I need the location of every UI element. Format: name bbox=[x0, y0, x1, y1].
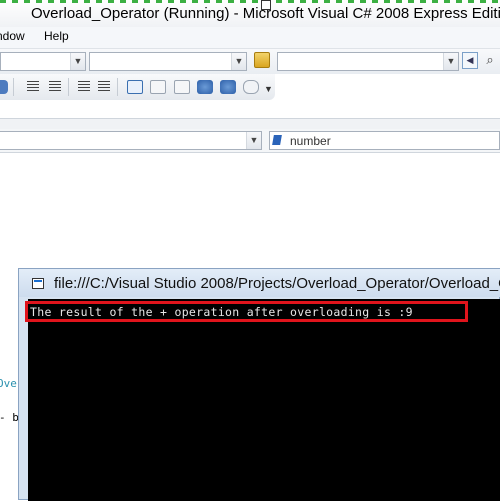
find-next-button[interactable]: ◀ bbox=[462, 52, 478, 69]
code-fragment: Ove bbox=[0, 377, 17, 390]
next-bookmark-icon[interactable] bbox=[174, 80, 190, 94]
next-bookmark-in-folder-icon[interactable] bbox=[220, 80, 236, 94]
arrow-icon[interactable] bbox=[0, 80, 8, 94]
uncomment-icon[interactable] bbox=[98, 81, 110, 93]
highlight-annotation bbox=[25, 301, 468, 322]
previous-bookmark-in-folder-icon[interactable] bbox=[197, 80, 213, 94]
toolbar-separator bbox=[68, 78, 69, 96]
console-output-area: The result of the + operation after over… bbox=[28, 299, 500, 501]
search-icon[interactable]: ⌕ bbox=[482, 52, 498, 69]
console-icon bbox=[32, 278, 44, 289]
comment-icon[interactable] bbox=[78, 81, 90, 93]
toolbar-separator bbox=[13, 78, 14, 96]
title-bar: Overload_Operator (Running) - Microsoft … bbox=[0, 0, 500, 27]
find-in-files-icon[interactable] bbox=[254, 52, 270, 68]
chevron-down-icon: ▼ bbox=[443, 53, 458, 70]
code-fragment: - b bbox=[0, 411, 19, 424]
console-title: file:///C:/Visual Studio 2008/Projects/O… bbox=[54, 275, 500, 292]
field-icon bbox=[272, 135, 282, 145]
console-title-bar[interactable]: file:///C:/Visual Studio 2008/Projects/O… bbox=[19, 269, 500, 297]
previous-bookmark-icon[interactable] bbox=[150, 80, 166, 94]
platform-combo[interactable]: ▼ bbox=[89, 52, 247, 71]
members-combo-value: number bbox=[290, 134, 331, 148]
chevron-down-icon: ▼ bbox=[231, 53, 246, 70]
toolbar-separator bbox=[117, 78, 118, 96]
menu-bar: ndow Help bbox=[0, 27, 500, 49]
window-title: Overload_Operator (Running) - Microsoft … bbox=[31, 5, 500, 22]
menu-window[interactable]: ndow bbox=[0, 29, 25, 43]
members-combo[interactable]: number bbox=[269, 131, 500, 150]
bookmark-icon[interactable] bbox=[127, 80, 143, 94]
increase-indent-icon[interactable] bbox=[49, 81, 61, 93]
clear-bookmarks-icon[interactable] bbox=[243, 80, 259, 94]
types-combo[interactable]: ▼ bbox=[0, 131, 262, 150]
running-indicator bbox=[0, 0, 500, 3]
chevron-down-icon: ▼ bbox=[246, 132, 261, 149]
chevron-down-icon: ▼ bbox=[70, 53, 85, 70]
solution-config-combo[interactable]: ▼ bbox=[0, 52, 86, 71]
menu-help[interactable]: Help bbox=[44, 29, 69, 43]
decrease-indent-icon[interactable] bbox=[27, 81, 39, 93]
toolbar-options-icon[interactable]: ▼ bbox=[264, 84, 273, 94]
find-combo[interactable]: ▼ bbox=[277, 52, 459, 71]
